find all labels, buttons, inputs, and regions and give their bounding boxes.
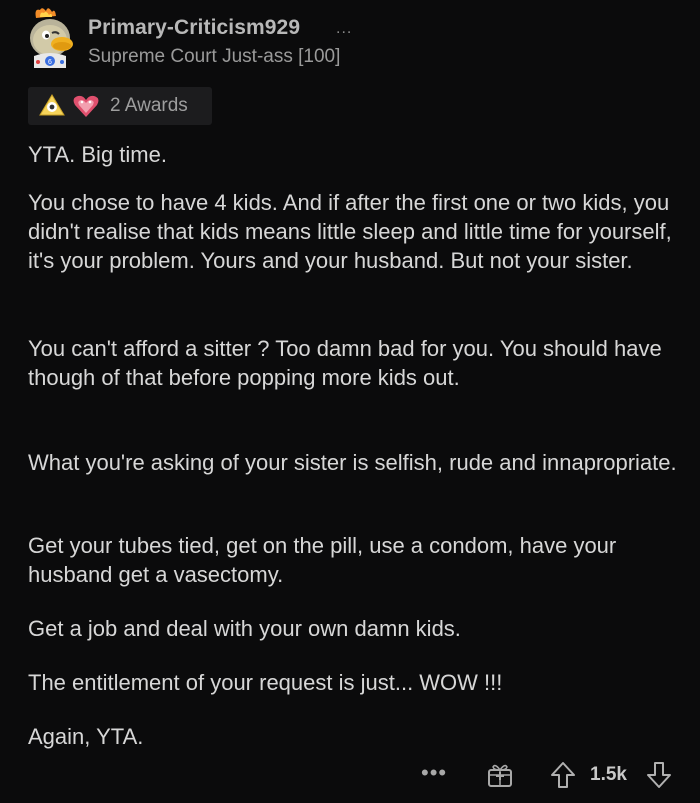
- comment-paragraph: What you're asking of your sister is sel…: [28, 450, 677, 475]
- author-username[interactable]: Primary-Criticism929: [88, 16, 300, 40]
- award-gift-icon[interactable]: [486, 761, 514, 794]
- comment-paragraph: You chose to have 4 kids. And if after t…: [28, 190, 672, 273]
- svg-text:6: 6: [48, 59, 52, 66]
- author-flair: Supreme Court Just-ass [100]: [88, 46, 341, 67]
- vote-score: 1.5k: [590, 764, 627, 785]
- bananadine-award-icon: [38, 93, 66, 124]
- comment-paragraph: YTA. Big time.: [28, 142, 167, 167]
- more-options-button[interactable]: •••: [421, 760, 447, 786]
- duck-avatar-icon[interactable]: 6: [22, 6, 78, 68]
- awards-bar[interactable]: 2 Awards: [28, 87, 212, 125]
- comment-header: 6 Primary-Criticism929 ... Supreme Court…: [18, 6, 678, 76]
- comment-paragraph: Get your tubes tied, get on the pill, us…: [28, 533, 617, 587]
- comment-paragraph: Again, YTA.: [28, 724, 144, 749]
- comment-paragraph: The entitlement of your request is just.…: [28, 670, 503, 695]
- comment-paragraph: You can't afford a sitter ? Too damn bad…: [28, 336, 662, 390]
- downvote-arrow-icon[interactable]: [645, 760, 673, 795]
- heart-eyes-award-icon: [72, 93, 100, 124]
- comment-actions: ••• 1.5k: [0, 752, 700, 798]
- awards-count: 2 Awards: [110, 95, 188, 116]
- comment-paragraph: Get a job and deal with your own damn ki…: [28, 616, 461, 641]
- upvote-arrow-icon[interactable]: [549, 760, 577, 795]
- truncated-more-indicator: ...: [336, 20, 353, 37]
